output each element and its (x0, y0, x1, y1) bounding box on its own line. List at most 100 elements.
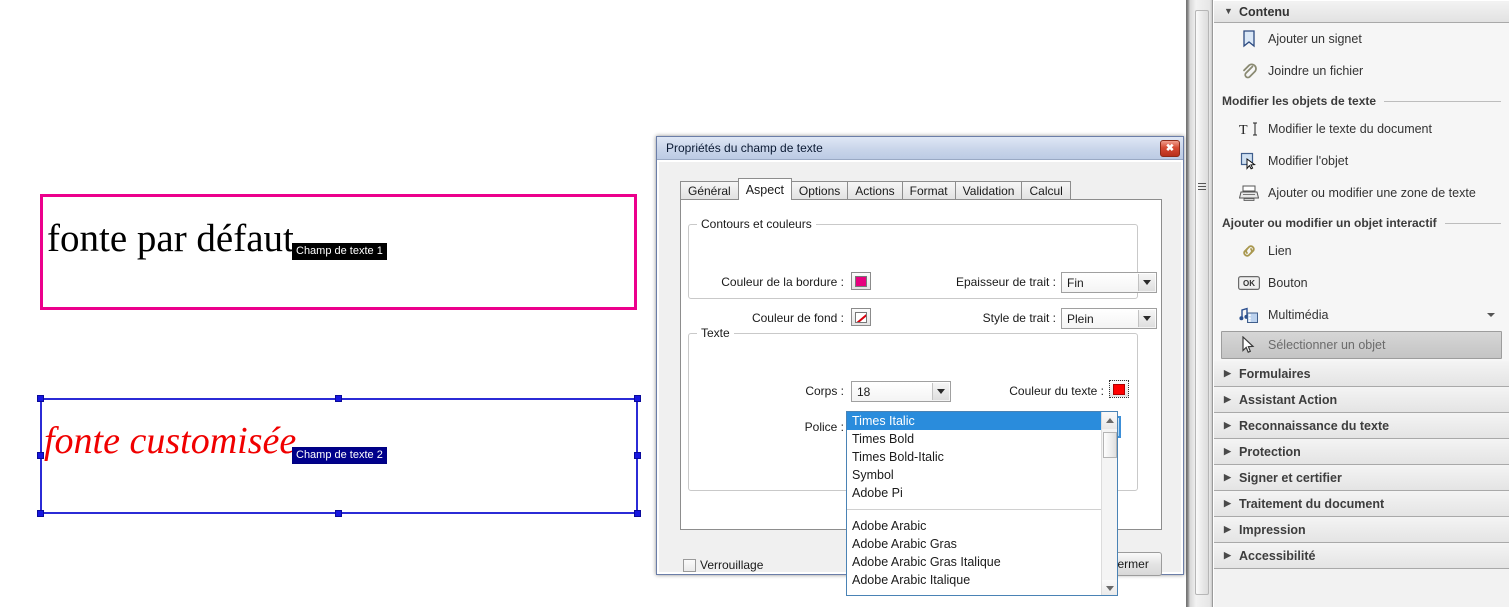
section-accessibilite[interactable]: ▶ Accessibilité (1214, 543, 1509, 569)
stroke-width-combo[interactable]: Fin (1061, 272, 1157, 293)
group-label-modifier-objets-texte: Modifier les objets de texte (1214, 87, 1509, 113)
dialog-titlebar[interactable]: Propriétés du champ de texte ✖ (657, 137, 1183, 160)
font-option-adobe-arabic-gras-italique[interactable]: Adobe Arabic Gras Italique (847, 553, 1102, 571)
panel-header-contenu[interactable]: ▼ Contenu (1214, 0, 1509, 23)
tool-multimedia[interactable]: Multimédia (1214, 299, 1509, 331)
font-option-times-italic[interactable]: Times Italic (847, 412, 1102, 430)
tool-label: Ajouter ou modifier une zone de texte (1268, 186, 1476, 200)
text-cursor-icon: T (1238, 118, 1260, 140)
link-icon (1238, 240, 1260, 262)
verrouillage-checkbox[interactable]: Verrouillage (683, 558, 763, 572)
chevron-down-icon[interactable] (1138, 274, 1155, 291)
text-color-swatch[interactable] (1109, 380, 1129, 398)
font-dropdown-scrollbar[interactable] (1101, 412, 1117, 595)
group-label-ajouter-objet-interactif: Ajouter ou modifier un objet interactif (1214, 209, 1509, 235)
splitter-track[interactable] (1195, 10, 1209, 595)
tool-bouton[interactable]: OK Bouton (1214, 267, 1509, 299)
font-size-value: 18 (857, 384, 871, 399)
fill-color-swatch[interactable] (851, 308, 871, 326)
close-icon[interactable]: ✖ (1160, 139, 1180, 157)
label-couleur-de-fond: Couleur de fond : (751, 311, 844, 325)
section-assistant-action[interactable]: ▶ Assistant Action (1214, 387, 1509, 413)
chevron-right-icon: ▶ (1224, 498, 1231, 508)
font-option-symbol[interactable]: Symbol (847, 466, 1102, 484)
scroll-down-arrow-icon[interactable] (1102, 580, 1117, 595)
font-dropdown-separator (847, 509, 1102, 510)
chevron-down-icon[interactable] (932, 383, 949, 400)
section-impression[interactable]: ▶ Impression (1214, 517, 1509, 543)
font-option-adobe-arabic-gras[interactable]: Adobe Arabic Gras (847, 535, 1102, 553)
chevron-down-icon: ▼ (1224, 6, 1233, 16)
border-color-swatch[interactable] (851, 272, 871, 290)
selection-handle-middle-left[interactable] (37, 452, 44, 459)
section-label: Protection (1239, 444, 1301, 459)
tab-format[interactable]: Format (901, 181, 956, 200)
font-option-adobe-arabic[interactable]: Adobe Arabic (847, 517, 1102, 535)
tool-label: Joindre un fichier (1268, 64, 1364, 78)
selection-handle-top-right[interactable] (634, 395, 641, 402)
selection-handle-middle-right[interactable] (634, 452, 641, 459)
group-divider (1384, 100, 1501, 102)
chevron-right-icon: ▶ (1224, 420, 1231, 430)
text-color-chip (1113, 383, 1125, 395)
chevron-right-icon: ▶ (1224, 446, 1231, 456)
section-reconnaissance-du-texte[interactable]: ▶ Reconnaissance du texte (1214, 413, 1509, 439)
tab-calcul[interactable]: Calcul (1021, 181, 1071, 200)
selection-handle-bottom-left[interactable] (37, 510, 44, 517)
text-field-2-tooltip: Champ de texte 2 (292, 447, 387, 464)
tab-aspect[interactable]: Aspect (737, 178, 792, 200)
paperclip-icon (1238, 60, 1260, 82)
font-option-adobe-pi[interactable]: Adobe Pi (847, 484, 1102, 502)
tool-modifier-lobjet[interactable]: Modifier l'objet (1214, 145, 1509, 177)
section-formulaires[interactable]: ▶ Formulaires (1214, 361, 1509, 387)
section-traitement-du-document[interactable]: ▶ Traitement du document (1214, 491, 1509, 517)
font-option-adobe-arabic-italique[interactable]: Adobe Arabic Italique (847, 571, 1102, 589)
checkbox-box[interactable] (683, 558, 696, 572)
tool-modifier-le-texte-du-document[interactable]: T Modifier le texte du document (1214, 113, 1509, 145)
multimedia-icon (1238, 304, 1260, 326)
svg-text:T: T (1239, 123, 1248, 137)
chevron-down-icon[interactable] (1487, 313, 1495, 317)
contenu-body: Ajouter un signet Joindre un fichier Mod… (1214, 23, 1509, 361)
edit-object-icon (1238, 150, 1260, 172)
tool-label: Bouton (1268, 276, 1308, 290)
font-size-combo[interactable]: 18 (851, 381, 951, 402)
chevron-right-icon: ▶ (1224, 368, 1231, 378)
scrollbar-thumb[interactable] (1103, 432, 1117, 458)
panel-splitter[interactable] (1186, 0, 1213, 607)
chevron-right-icon: ▶ (1224, 394, 1231, 404)
tab-general[interactable]: Général (680, 181, 739, 200)
tool-joindre-un-fichier[interactable]: Joindre un fichier (1214, 55, 1509, 87)
typewriter-icon (1238, 182, 1260, 204)
group-label-text: Ajouter ou modifier un objet interactif (1222, 216, 1437, 230)
selection-handle-top-center[interactable] (335, 395, 342, 402)
selection-handle-top-left[interactable] (37, 395, 44, 402)
tool-label: Lien (1268, 244, 1292, 258)
selection-handle-bottom-center[interactable] (335, 510, 342, 517)
section-protection[interactable]: ▶ Protection (1214, 439, 1509, 465)
tool-label: Ajouter un signet (1268, 32, 1362, 46)
section-label: Reconnaissance du texte (1239, 418, 1390, 433)
chevron-down-icon[interactable] (1138, 310, 1155, 327)
tab-actions[interactable]: Actions (847, 181, 903, 200)
stroke-width-value: Fin (1067, 275, 1084, 290)
tool-ajouter-un-signet[interactable]: Ajouter un signet (1214, 23, 1509, 55)
no-color-icon (855, 311, 867, 323)
bookmark-icon (1238, 28, 1260, 50)
tab-options[interactable]: Options (790, 181, 849, 200)
tab-validation[interactable]: Validation (954, 181, 1023, 200)
scroll-up-arrow-icon[interactable] (1102, 412, 1117, 429)
section-label: Assistant Action (1239, 392, 1338, 407)
selection-handle-bottom-right[interactable] (634, 510, 641, 517)
tool-ajouter-ou-modifier-une-zone-de-texte[interactable]: Ajouter ou modifier une zone de texte (1214, 177, 1509, 209)
section-signer-et-certifier[interactable]: ▶ Signer et certifier (1214, 465, 1509, 491)
font-family-dropdown-list[interactable]: Times Italic Times Bold Times Bold-Itali… (846, 411, 1118, 596)
tool-selectionner-un-objet[interactable]: Sélectionner un objet (1221, 331, 1502, 359)
label-style-de-trait: Style de trait : (982, 311, 1056, 325)
section-label: Formulaires (1239, 366, 1311, 381)
font-option-times-bold-italic[interactable]: Times Bold-Italic (847, 448, 1102, 466)
verrouillage-label: Verrouillage (700, 558, 764, 572)
splitter-grip-icon[interactable] (1198, 183, 1206, 194)
font-option-times-bold[interactable]: Times Bold (847, 430, 1102, 448)
tool-lien[interactable]: Lien (1214, 235, 1509, 267)
